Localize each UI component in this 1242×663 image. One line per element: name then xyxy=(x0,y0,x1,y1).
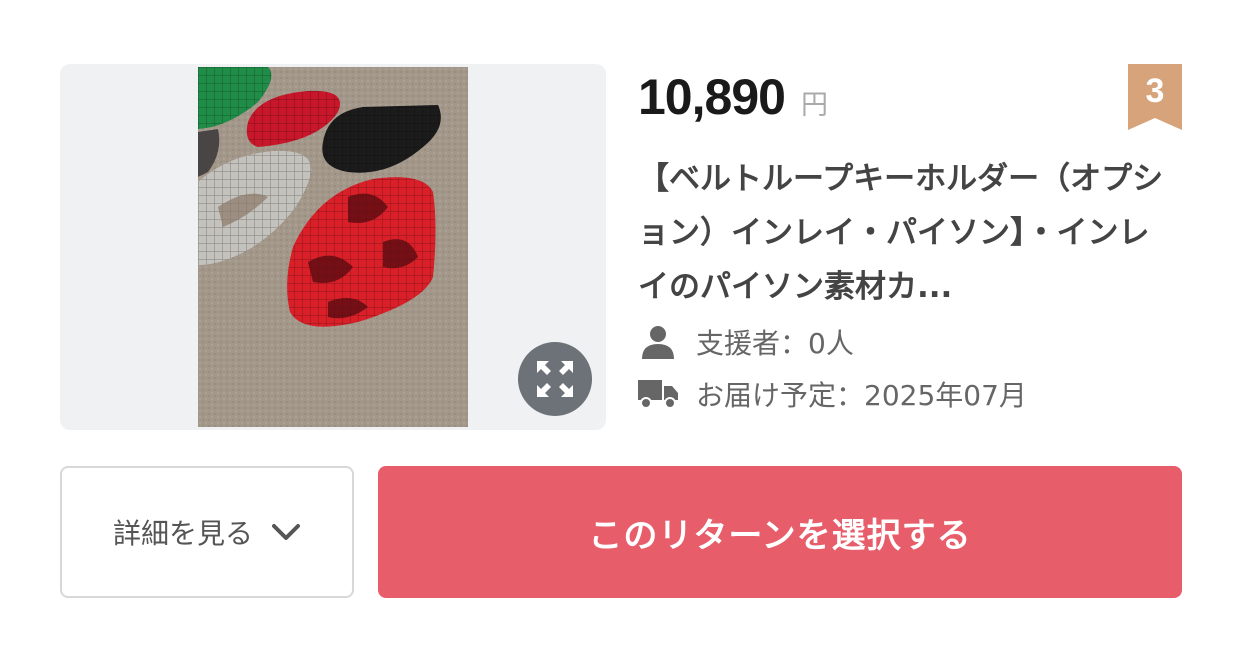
person-icon xyxy=(638,322,678,362)
chevron-down-icon xyxy=(272,524,300,540)
delivery-date: お届け予定：2025年07月 xyxy=(696,379,1027,412)
expand-image-button[interactable] xyxy=(518,342,592,416)
reward-card: 10,890 円 3 【ベルトループキーホルダー（オプション）インレイ・パイソン… xyxy=(0,0,1242,663)
supporters-count: 支援者：0人 xyxy=(696,327,854,360)
rank-number: 3 xyxy=(1145,72,1165,110)
details-button[interactable]: 詳細を見る xyxy=(60,466,354,598)
price-currency: 円 xyxy=(800,90,828,121)
delivery-info: お届け予定：2025年07月 xyxy=(638,374,1027,414)
expand-icon xyxy=(537,361,573,397)
select-reward-button[interactable]: このリターンを選択する xyxy=(378,466,1182,598)
truck-icon xyxy=(638,374,678,414)
reward-title: 【ベルトループキーホルダー（オプション）インレイ・パイソン】・インレイのパイソン… xyxy=(638,161,1164,305)
reward-photo xyxy=(198,67,468,427)
price: 10,890 円 xyxy=(638,68,828,126)
rank-badge: 3 xyxy=(1128,64,1182,130)
price-amount: 10,890 xyxy=(638,69,786,125)
reward-thumbnail[interactable] xyxy=(60,64,606,430)
supporters-info: 支援者：0人 xyxy=(638,322,854,362)
details-button-label: 詳細を見る xyxy=(112,517,253,550)
select-reward-button-label: このリターンを選択する xyxy=(588,515,972,556)
